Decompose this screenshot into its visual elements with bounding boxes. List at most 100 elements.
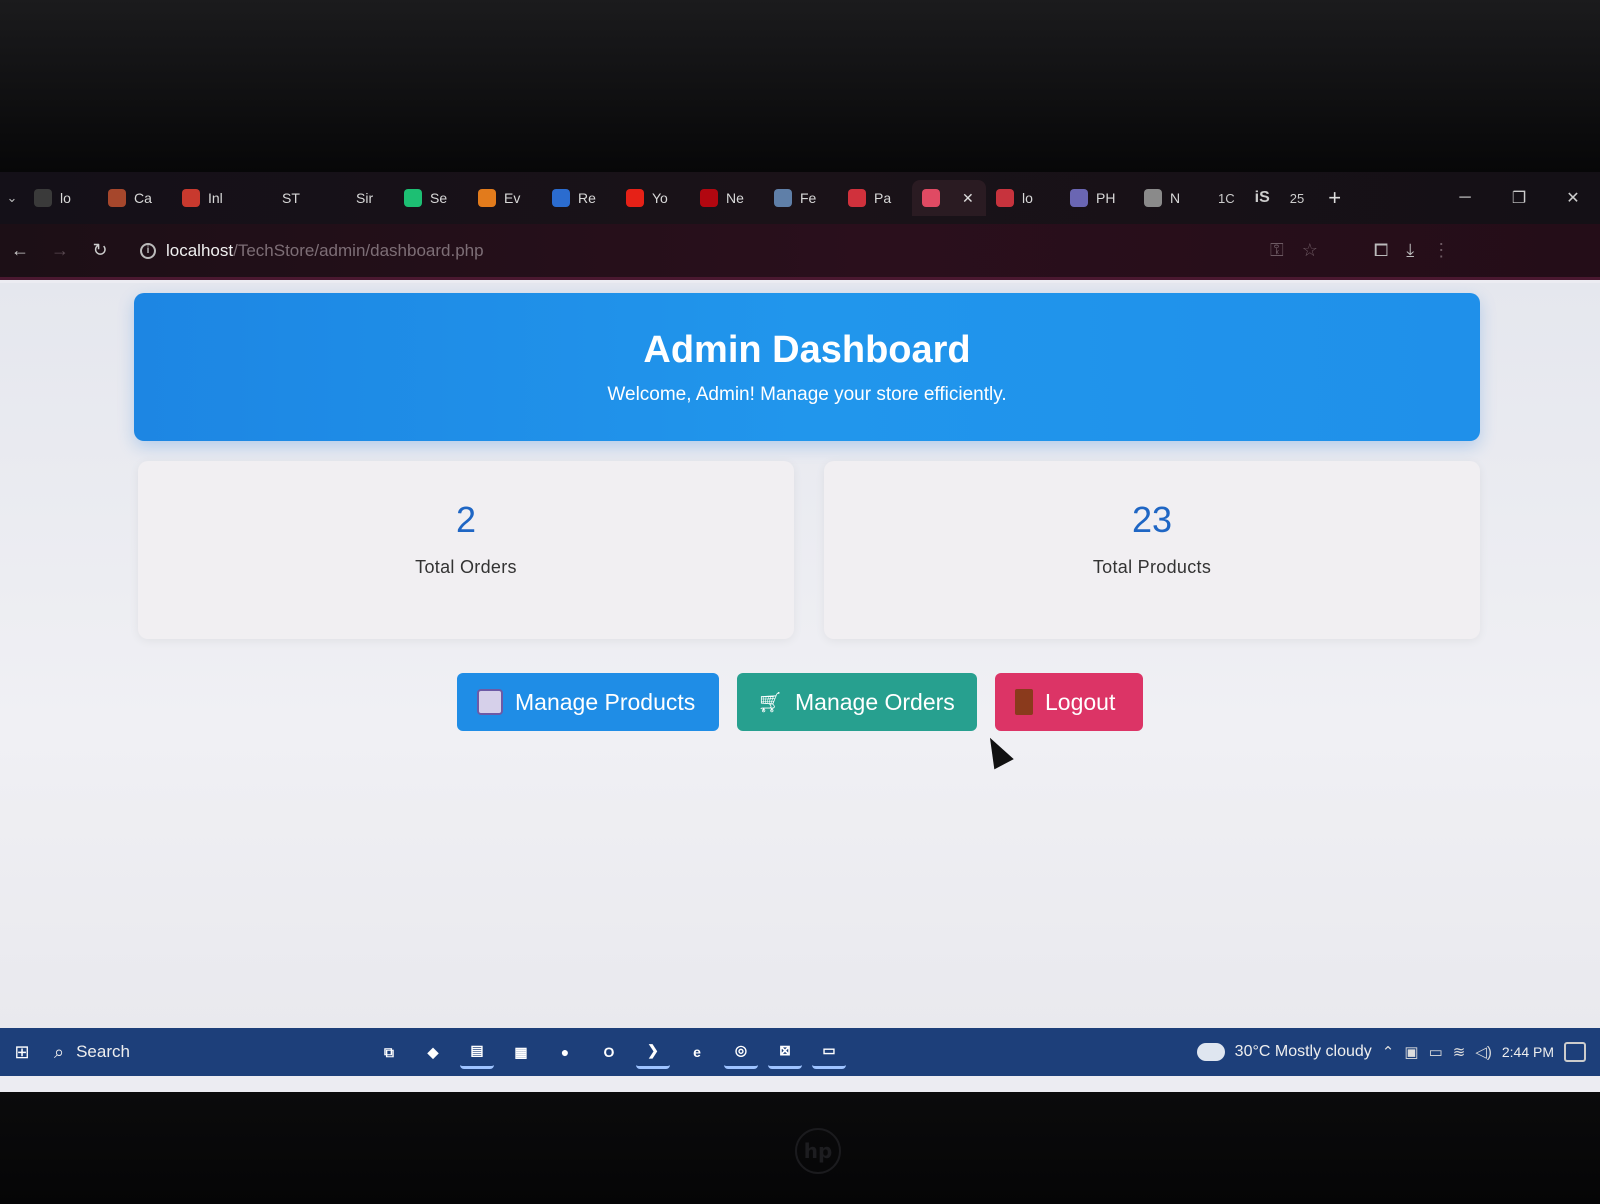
php-icon	[1070, 189, 1088, 207]
outlook-icon[interactable]: O	[592, 1035, 626, 1069]
youtube-icon	[626, 189, 644, 207]
menu-icon[interactable]: ⋮	[1432, 240, 1450, 261]
tab-label: Ne	[726, 190, 744, 206]
clock-time[interactable]: 2:44 PM	[1502, 1044, 1554, 1060]
total-orders-card: 2 Total Orders	[138, 461, 794, 639]
extensions-puzzle-icon[interactable]: ⧠	[1374, 240, 1388, 261]
stats-row: 2 Total Orders 23 Total Products	[138, 461, 1480, 639]
browser-tab[interactable]: Inl	[172, 180, 246, 216]
logout-label: Logout	[1045, 688, 1116, 715]
browser-tab[interactable]: Yo	[616, 180, 690, 216]
task-view-icon[interactable]: ⧉	[372, 1035, 406, 1069]
tab-search-chevron-icon[interactable]: ⌄	[0, 190, 24, 206]
shopping-cart-icon: 🛒︎	[757, 691, 783, 714]
back-arrow-icon[interactable]: ←	[0, 240, 40, 261]
tab-label: lo	[1022, 190, 1033, 206]
minimize-icon[interactable]: ─	[1438, 189, 1492, 207]
edge-icon[interactable]: e	[680, 1035, 714, 1069]
total-orders-label: Total Orders	[415, 557, 517, 577]
meet-icon[interactable]: ▣	[1404, 1043, 1418, 1061]
tab-extra-1[interactable]: 1C	[1208, 191, 1245, 206]
browser-tab[interactable]: Ne	[690, 180, 764, 216]
windows-start-icon[interactable]: ⊞	[0, 1042, 44, 1063]
tab-label: Sir	[356, 190, 374, 206]
manage-orders-button[interactable]: 🛒︎ Manage Orders	[737, 673, 977, 731]
manage-products-button[interactable]: Manage Products	[457, 673, 719, 731]
dot-icon	[848, 189, 866, 207]
screen: ⌄ lo Ca Inl ST Sir Se Ev Re Yo Ne Fe Pa ✕ lo PH N 1C iS…	[0, 172, 1600, 1092]
action-buttons: Manage Products 🛒︎ Manage Orders Logout	[0, 673, 1600, 731]
tab-label: ST	[282, 190, 300, 206]
notification-icon[interactable]	[1564, 1042, 1586, 1062]
restore-icon[interactable]: ❐	[1492, 188, 1546, 208]
tab-extra-3[interactable]: 25	[1280, 191, 1314, 206]
chrome-icon[interactable]: ◎	[724, 1035, 758, 1069]
close-tab-icon[interactable]: ✕	[962, 190, 974, 207]
browser-tab[interactable]: Ev	[468, 180, 542, 216]
steam-icon[interactable]: ●	[548, 1035, 582, 1069]
page-subtitle: Welcome, Admin! Manage your store effici…	[607, 384, 1007, 405]
tab-list: lo Ca Inl ST Sir Se Ev Re Yo Ne Fe Pa ✕ lo PH N	[24, 180, 1208, 216]
reload-icon[interactable]: ↻	[80, 240, 120, 261]
url-path: /TechStore/admin/dashboard.php	[233, 240, 484, 260]
browser-tab[interactable]: Fe	[764, 180, 838, 216]
browser-tab[interactable]: lo	[986, 180, 1060, 216]
calculator-icon[interactable]: ▦	[504, 1035, 538, 1069]
forward-arrow-icon[interactable]: →	[40, 240, 80, 261]
url-host: localhost	[166, 240, 234, 260]
password-key-icon[interactable]: ⚿	[1270, 240, 1284, 261]
total-products-label: Total Products	[1092, 557, 1212, 577]
tab-label: Re	[578, 190, 596, 206]
arc-icon	[552, 189, 570, 207]
globe-icon	[774, 189, 792, 207]
browser-tab[interactable]: lo	[24, 180, 98, 216]
tab-label: Fe	[800, 190, 817, 206]
tab-extra-2[interactable]: iS	[1245, 189, 1280, 207]
keyboard-icon[interactable]: ▭	[812, 1035, 846, 1069]
volume-icon[interactable]: ◁)	[1475, 1043, 1492, 1061]
close-window-icon[interactable]: ✕	[1546, 188, 1600, 208]
total-products-value: 23	[1131, 499, 1173, 540]
weather-cloud-icon[interactable]	[1196, 1043, 1225, 1061]
xampp-icon[interactable]: ⊠	[768, 1035, 802, 1069]
monitor-bezel-top	[0, 0, 1600, 172]
windows-taskbar: ⊞ ⌕ Search ⧉ ◆ ▤ ▦ ● O ❯ e ◎ ⊠ ▭ 30°C Mostly cloud…	[0, 1028, 1600, 1076]
logout-button[interactable]: Logout	[995, 673, 1143, 731]
dashboard-page: Admin Dashboard Welcome, Admin! Manage y…	[0, 283, 1600, 1028]
taskbar-search[interactable]: ⌕ Search	[44, 1032, 324, 1072]
address-bar[interactable]: i localhost/TechStore/admin/dashboard.ph…	[130, 232, 1260, 270]
total-products-card: 23 Total Products	[824, 461, 1480, 639]
battery-icon[interactable]: ▭	[1429, 1043, 1443, 1061]
xampp-icon	[922, 189, 940, 207]
file-explorer-icon[interactable]: ▤	[460, 1035, 494, 1069]
browser-tab[interactable]: Se	[394, 180, 468, 216]
browser-tab[interactable]: Re	[542, 180, 616, 216]
browser-tab[interactable]: ST	[246, 180, 320, 216]
site-info-icon[interactable]: i	[140, 242, 156, 259]
chrome-icon	[1144, 189, 1162, 207]
door-icon	[1015, 689, 1033, 715]
browser-tab[interactable]: Sir	[320, 180, 394, 216]
tab-label: lo	[60, 190, 71, 206]
browser-tab[interactable]: PH	[1060, 180, 1134, 216]
tab-label: PH	[1096, 190, 1116, 206]
manage-products-label: Manage Products	[515, 688, 696, 715]
copilot-icon[interactable]: ◆	[416, 1035, 450, 1069]
browser-tab[interactable]: N	[1134, 180, 1208, 216]
tab-label: Inl	[208, 190, 223, 206]
tab-label: Ev	[504, 190, 521, 206]
vscode-icon[interactable]: ❯	[636, 1035, 670, 1069]
bookmark-star-icon[interactable]: ☆	[1302, 240, 1318, 261]
browser-tab[interactable]: Pa	[838, 180, 912, 216]
browser-tab[interactable]: Ca	[98, 180, 172, 216]
weather-text[interactable]: 30°C Mostly cloudy	[1235, 1043, 1372, 1061]
package-icon	[477, 689, 503, 715]
download-icon[interactable]: ⤓	[1406, 240, 1414, 261]
new-tab-plus-icon[interactable]: +	[1314, 185, 1355, 211]
wifi-icon[interactable]: ≋	[1453, 1043, 1466, 1061]
page-title: Admin Dashboard	[643, 329, 971, 371]
browser-tab[interactable]: ✕	[912, 180, 986, 216]
taskbar-search-label: Search	[76, 1042, 130, 1061]
chevron-up-icon[interactable]: ⌃	[1382, 1043, 1395, 1061]
tab-label: Ca	[134, 190, 152, 206]
